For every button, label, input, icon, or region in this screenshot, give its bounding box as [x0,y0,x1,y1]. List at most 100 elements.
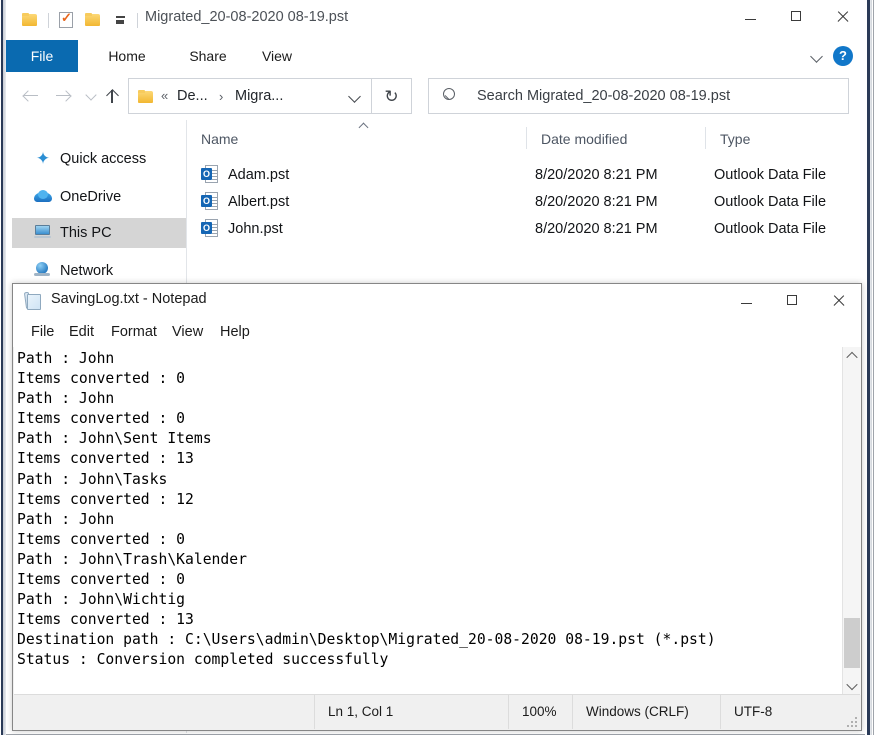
maximize-icon [791,11,801,21]
notepad-window-controls [723,284,861,316]
sidebar-item-quick-access[interactable]: ✦ Quick access [12,144,186,174]
tab-home[interactable]: Home [88,40,166,72]
column-header-type[interactable]: Type [706,120,874,156]
column-header-date-modified[interactable]: Date modified [527,120,707,156]
notepad-window: SavingLog.txt - Notepad File Edit Format… [12,283,862,731]
maximize-button[interactable] [773,0,819,32]
folder-icon [138,90,154,103]
toolbar-divider [48,12,49,28]
up-button[interactable] [101,85,123,107]
sidebar-item-this-pc[interactable]: This PC [12,218,186,248]
sidebar-item-label: Network [60,263,114,279]
file-type: Outlook Data File [714,193,827,210]
network-globe-icon [34,262,52,280]
quick-access-toolbar [16,8,142,32]
notepad-statusbar: Ln 1, Col 1 100% Windows (CRLF) UTF-8 [14,694,860,729]
resize-grip[interactable] [845,715,857,727]
refresh-button[interactable]: ↻ [372,78,412,114]
refresh-icon: ↻ [384,86,399,106]
chevron-down-icon [85,90,97,102]
menu-help[interactable]: Help [212,317,258,347]
sidebar-item-network[interactable]: Network [12,256,186,286]
menu-view[interactable]: View [164,317,211,347]
menu-edit[interactable]: Edit [61,317,102,347]
notepad-title: SavingLog.txt - Notepad [51,291,207,307]
toolbar-divider-2 [137,12,138,28]
table-row[interactable]: O Adam.pst 8/20/2020 8:21 PM Outlook Dat… [187,161,865,188]
file-date-modified: 8/20/2020 8:21 PM [535,193,658,210]
screen: Migrated_20-08-2020 08-19.pst File Home … [0,0,874,735]
explorer-titlebar[interactable]: Migrated_20-08-2020 08-19.pst [6,0,865,40]
chevron-down-icon[interactable] [349,92,361,104]
file-name: Albert.pst [228,193,290,210]
search-input-placeholder: Search Migrated_20-08-2020 08-19.pst [477,88,731,104]
column-header-row: Name Date modified Type [187,120,865,156]
folder-icon[interactable] [22,13,38,27]
cloud-icon [34,188,52,206]
properties-icon[interactable] [59,10,73,28]
outlook-pst-icon: O [201,165,218,184]
file-name: Adam.pst [228,166,290,183]
tab-view[interactable]: View [246,40,308,72]
minimize-icon [740,302,752,305]
arrow-right-icon [55,89,71,103]
window-right-border [865,0,873,735]
notepad-log-text: Path : John Items converted : 0 Path : J… [17,350,716,669]
table-row[interactable]: O John.pst 8/20/2020 8:21 PM Outlook Dat… [187,215,865,242]
explorer-navigation-bar: « De... › Migra... ↻ Search Migrated_20-… [6,72,865,120]
close-icon [836,10,849,23]
cursor-position: Ln 1, Col 1 [328,704,394,719]
close-button[interactable] [815,284,861,316]
outlook-pst-icon: O [201,219,218,238]
arrow-left-icon [23,89,39,103]
file-name: John.pst [228,220,283,237]
minimize-button[interactable] [723,284,769,316]
file-date-modified: 8/20/2020 8:21 PM [535,220,658,237]
tab-share[interactable]: Share [172,40,244,72]
zoom-level[interactable]: 100% [508,695,572,729]
line-ending: Windows (CRLF) [586,704,689,719]
breadcrumb-overflow[interactable]: « [161,88,168,103]
new-folder-icon[interactable] [85,13,101,27]
chevron-up-icon[interactable] [843,347,861,365]
sidebar-item-label: Quick access [60,151,147,167]
customize-dropdown-icon[interactable] [114,16,126,24]
monitor-icon [34,224,52,242]
recent-locations-button[interactable] [80,85,102,107]
column-header-name[interactable]: Name [187,120,527,156]
notepad-vertical-scrollbar[interactable] [842,347,861,695]
help-button[interactable]: ? [833,46,853,66]
breadcrumb-current[interactable]: Migra... [235,88,283,104]
sidebar-item-label: This PC [60,225,112,241]
address-bar[interactable]: « De... › Migra... [128,78,372,114]
notepad-icon [23,291,42,310]
file-date-modified: 8/20/2020 8:21 PM [535,166,658,183]
close-icon [832,294,845,307]
menu-format[interactable]: Format [103,317,165,347]
menu-file[interactable]: File [23,317,62,347]
ribbon-tabs: File Home Share View ? [6,40,865,73]
scrollbar-thumb[interactable] [844,618,860,668]
breadcrumb-separator: › [219,89,224,104]
chevron-down-icon[interactable] [843,677,861,695]
maximize-icon [787,295,797,305]
minimize-button[interactable] [727,0,773,32]
tab-file[interactable]: File [6,40,78,72]
minimize-icon [744,18,756,21]
maximize-button[interactable] [769,284,815,316]
file-type: Outlook Data File [714,166,827,183]
encoding: UTF-8 [734,704,773,719]
notepad-text-area[interactable]: Path : John Items converted : 0 Path : J… [14,347,860,695]
chevron-down-icon[interactable] [809,48,825,64]
close-button[interactable] [819,0,865,32]
sidebar-item-label: OneDrive [60,189,122,205]
sidebar-item-onedrive[interactable]: OneDrive [12,182,186,212]
outlook-pst-icon: O [201,192,218,211]
notepad-titlebar[interactable]: SavingLog.txt - Notepad [13,284,861,317]
forward-button[interactable] [52,85,74,107]
search-icon [443,88,459,104]
back-button[interactable] [20,85,42,107]
table-row[interactable]: O Albert.pst 8/20/2020 8:21 PM Outlook D… [187,188,865,215]
breadcrumb-desktop[interactable]: De... [177,88,208,104]
search-box[interactable]: Search Migrated_20-08-2020 08-19.pst [428,78,849,114]
